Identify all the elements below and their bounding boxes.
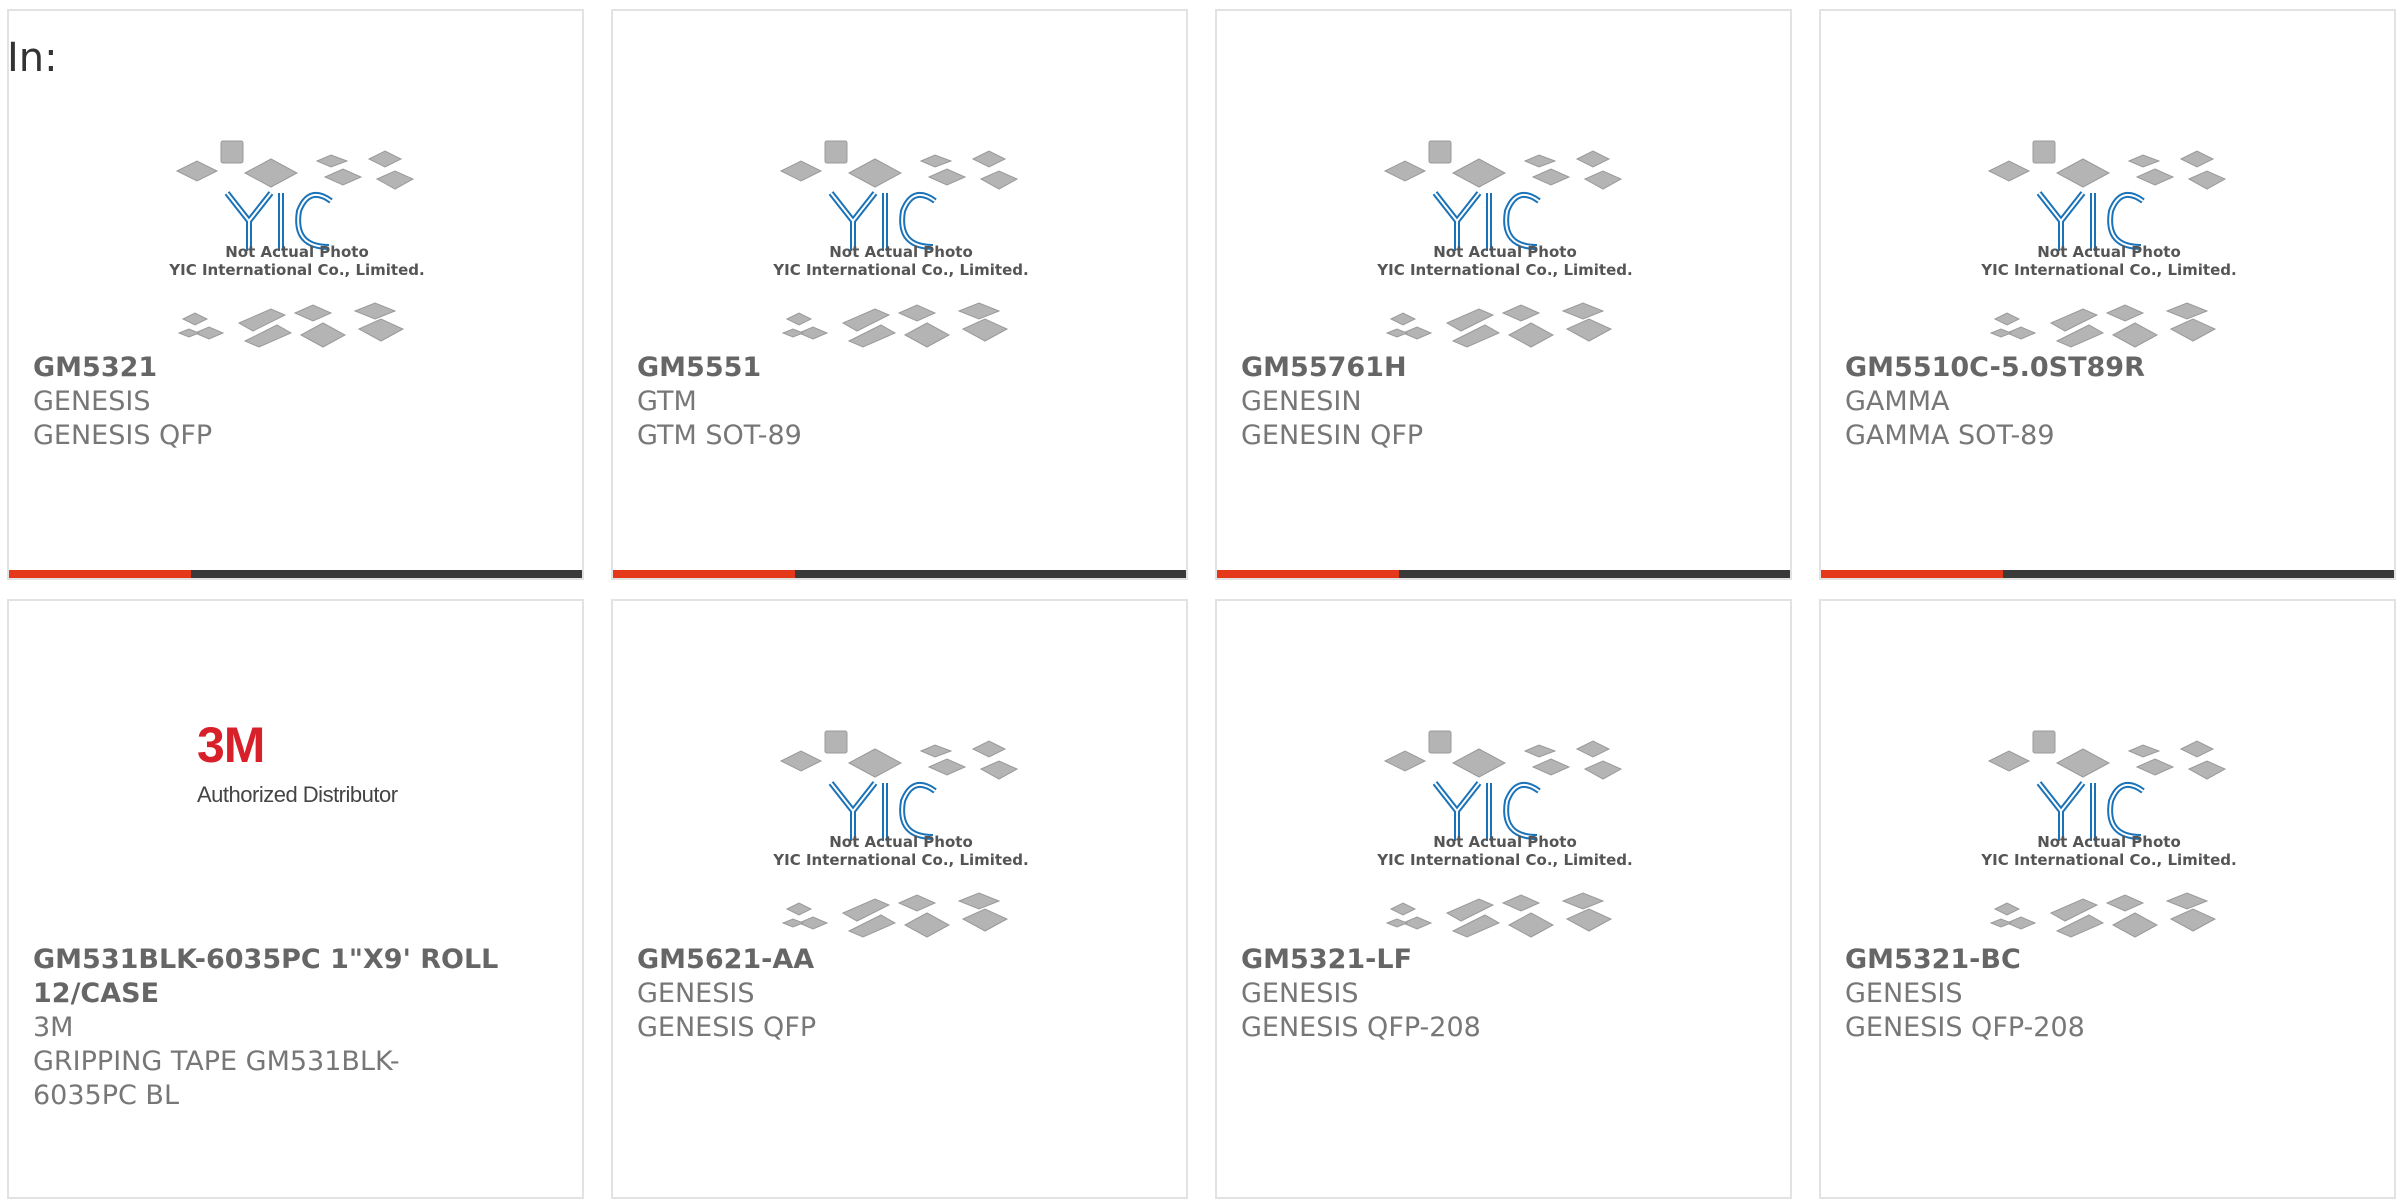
product-card[interactable]: Not Actual Photo YIC International Co., …	[7, 9, 584, 580]
manufacturer: GENESIN	[1241, 386, 1362, 417]
description: GENESIS QFP	[637, 1012, 817, 1043]
product-info: GM5510C-5.0ST89R GAMMA GAMMA SOT-89	[1845, 351, 2365, 453]
product-image[interactable]: Not Actual Photo YIC International Co., …	[613, 101, 1186, 341]
product-grid: Not Actual Photo YIC International Co., …	[0, 0, 2400, 1199]
part-number[interactable]: GM5621-AA	[637, 943, 1157, 977]
product-info: GM5621-AA GENESIS GENESIS QFP	[637, 943, 1157, 1045]
manufacturer: GAMMA	[1845, 386, 1950, 417]
accent-bar	[613, 570, 795, 578]
manufacturer: GENESIS	[1241, 978, 1359, 1009]
image-caption-2: YIC International Co., Limited.	[168, 261, 424, 279]
image-caption-1: Not Actual Photo	[2037, 833, 2181, 851]
part-number[interactable]: GM55761H	[1241, 351, 1761, 385]
product-card[interactable]: Not Actual Photo YIC International Co., …	[611, 9, 1188, 580]
card-footer-bar	[613, 570, 1186, 578]
product-card[interactable]: Not Actual Photo YIC International Co., …	[1819, 599, 2396, 1199]
manufacturer: GENESIS	[33, 386, 151, 417]
accent-bar	[9, 570, 191, 578]
product-info: GM55761H GENESIN GENESIN QFP	[1241, 351, 1761, 453]
image-caption-2: YIC International Co., Limited.	[1980, 851, 2236, 869]
product-image[interactable]: Not Actual Photo YIC International Co., …	[1821, 101, 2394, 341]
product-card[interactable]: Not Actual Photo YIC International Co., …	[1215, 9, 1792, 580]
part-number[interactable]: GM5321-BC	[1845, 943, 2365, 977]
manufacturer: GENESIS	[1845, 978, 1963, 1009]
product-image[interactable]: Not Actual Photo YIC International Co., …	[1821, 691, 2394, 931]
distributor-tagline: Authorized Distributor	[197, 782, 398, 807]
image-caption-1: Not Actual Photo	[829, 243, 973, 261]
description: GENESIS QFP	[33, 420, 213, 451]
page-label: In:	[7, 35, 58, 81]
description: GTM SOT-89	[637, 420, 802, 451]
product-info: GM531BLK-6035PC 1"X9' ROLL 12/CASE 3M GR…	[33, 943, 553, 1113]
part-number[interactable]: GM5551	[637, 351, 1157, 385]
description: GENESIS QFP-208	[1241, 1012, 1481, 1043]
card-footer-bar	[9, 570, 582, 578]
image-caption-2: YIC International Co., Limited.	[1980, 261, 2236, 279]
description: GENESIN QFP	[1241, 420, 1424, 451]
product-image[interactable]: Not Actual Photo YIC International Co., …	[9, 101, 582, 341]
product-card[interactable]: Not Actual Photo YIC International Co., …	[1215, 599, 1792, 1199]
accent-bar	[1821, 570, 2003, 578]
product-info: GM5321-BC GENESIS GENESIS QFP-208	[1845, 943, 2365, 1045]
product-info: GM5321 GENESIS GENESIS QFP	[33, 351, 553, 453]
image-caption-1: Not Actual Photo	[1433, 243, 1577, 261]
accent-bar	[1217, 570, 1399, 578]
part-number[interactable]: GM5321	[33, 351, 553, 385]
product-info: GM5551 GTM GTM SOT-89	[637, 351, 1157, 453]
image-caption-1: Not Actual Photo	[2037, 243, 2181, 261]
part-number[interactable]: GM531BLK-6035PC 1"X9' ROLL 12/CASE	[33, 943, 503, 1011]
manufacturer: GENESIS	[637, 978, 755, 1009]
manufacturer: 3M	[33, 1012, 74, 1043]
manufacturer: GTM	[637, 386, 697, 417]
description: GENESIS QFP-208	[1845, 1012, 2085, 1043]
image-caption-2: YIC International Co., Limited.	[772, 851, 1028, 869]
product-image[interactable]: Not Actual Photo YIC International Co., …	[1217, 101, 1790, 341]
image-caption-2: YIC International Co., Limited.	[1376, 261, 1632, 279]
image-caption-2: YIC International Co., Limited.	[1376, 851, 1632, 869]
card-footer-bar	[1821, 570, 2394, 578]
image-caption-1: Not Actual Photo	[225, 243, 369, 261]
part-number[interactable]: GM5321-LF	[1241, 943, 1761, 977]
part-number[interactable]: GM5510C-5.0ST89R	[1845, 351, 2365, 385]
product-card[interactable]: 3M Authorized Distributor GM531BLK-6035P…	[7, 599, 584, 1199]
product-card[interactable]: Not Actual Photo YIC International Co., …	[611, 599, 1188, 1199]
brand-logo: 3M	[197, 717, 265, 773]
card-footer-bar	[1217, 570, 1790, 578]
product-info: GM5321-LF GENESIS GENESIS QFP-208	[1241, 943, 1761, 1045]
image-caption-2: YIC International Co., Limited.	[772, 261, 1028, 279]
product-card[interactable]: Not Actual Photo YIC International Co., …	[1819, 9, 2396, 580]
description: GAMMA SOT-89	[1845, 420, 2055, 451]
image-caption-1: Not Actual Photo	[1433, 833, 1577, 851]
image-caption-1: Not Actual Photo	[829, 833, 973, 851]
product-image[interactable]: Not Actual Photo YIC International Co., …	[1217, 691, 1790, 931]
description: GRIPPING TAPE GM531BLK-6035PC BL	[33, 1046, 400, 1111]
product-image[interactable]: Not Actual Photo YIC International Co., …	[613, 691, 1186, 931]
